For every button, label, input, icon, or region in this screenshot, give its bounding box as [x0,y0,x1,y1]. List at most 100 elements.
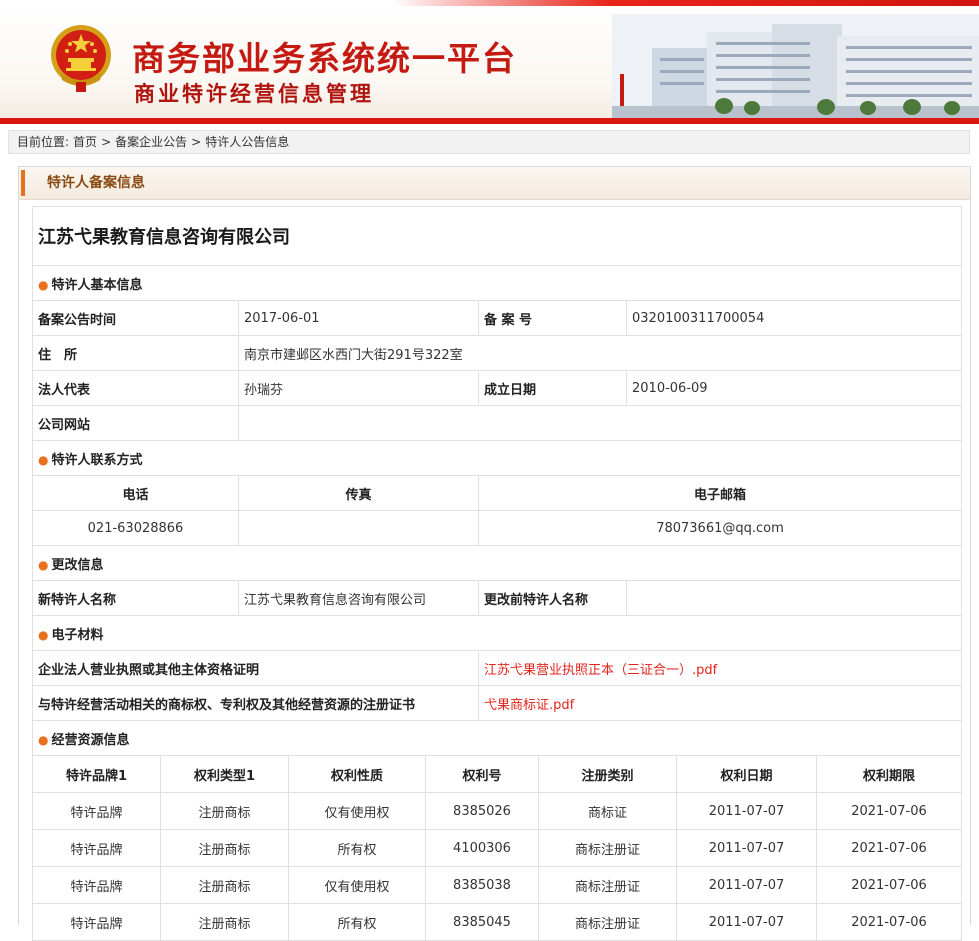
resources-header-row: 特许品牌1 权利类型1 权利性质 权利号 注册类别 权利日期 权利期限 [32,755,962,793]
resources-table: 特许品牌1 权利类型1 权利性质 权利号 注册类别 权利日期 权利期限 特许品牌… [32,755,962,941]
fax-value [238,510,479,546]
breadcrumb-item-filed-companies[interactable]: 备案企业公告 [115,135,187,149]
column-header: 权利日期 [676,755,817,793]
website-label: 公司网站 [32,405,239,441]
column-header: 权利类型1 [160,755,289,793]
table-cell: 8385026 [425,792,539,830]
bullet-icon: ● [38,277,49,292]
section-basic-info: ● 特许人基本信息 [32,265,962,301]
founded-label: 成立日期 [478,370,627,406]
table-cell: 仅有使用权 [288,866,426,904]
panel-title: 特许人备案信息 [47,175,145,191]
table-cell: 注册商标 [160,903,289,941]
column-header: 注册类别 [538,755,677,793]
table-cell: 注册商标 [160,866,289,904]
breadcrumb-item-current: 特许人公告信息 [205,135,290,149]
material-label: 企业法人营业执照或其他主体资格证明 [32,650,479,686]
bullet-icon: ● [38,732,49,747]
table-cell: 商标注册证 [538,866,677,904]
section-resources: ● 经营资源信息 [32,720,962,756]
breadcrumb: 目前位置: 首页 > 备案企业公告 > 特许人公告信息 [8,130,970,154]
table-cell: 特许品牌 [32,829,161,867]
table-cell: 注册商标 [160,829,289,867]
table-cell: 特许品牌 [32,903,161,941]
table-cell: 2011-07-07 [676,903,817,941]
table-cell: 商标注册证 [538,829,677,867]
table-cell: 8385045 [425,903,539,941]
header-bottom-stripe [0,118,979,124]
phone-label: 电话 [32,475,239,511]
founded-value: 2010-06-09 [626,370,962,406]
breadcrumb-item-home[interactable]: 首页 [73,135,97,149]
legal-rep-value: 孙瑞芬 [238,370,479,406]
phone-value: 021-63028866 [32,510,239,546]
table-cell: 8385038 [425,866,539,904]
breadcrumb-prefix: 目前位置: [17,135,70,149]
table-cell: 2011-07-07 [676,866,817,904]
column-header: 权利性质 [288,755,426,793]
section-title: 特许人基本信息 [51,277,143,293]
material-file-link[interactable]: 弋果商标证.pdf [478,685,962,721]
table-row: 特许品牌 注册商标 所有权 4100306 商标注册证 2011-07-07 2… [32,829,962,867]
new-name-label: 新特许人名称 [32,580,239,616]
table-row: 特许品牌 注册商标 所有权 8385045 商标注册证 2011-07-07 2… [32,903,962,941]
old-name-value [626,580,962,616]
table-cell: 特许品牌 [32,866,161,904]
site-subtitle: 商业特许经营信息管理 [134,82,374,106]
table-row: 特许品牌 注册商标 仅有使用权 8385038 商标注册证 2011-07-07… [32,866,962,904]
table-cell: 注册商标 [160,792,289,830]
material-file-link[interactable]: 江苏弋果营业执照正本（三证合一）.pdf [478,650,962,686]
table-cell: 特许品牌 [32,792,161,830]
address-value: 南京市建邺区水西门大街291号322室 [238,335,962,371]
section-contact: ● 特许人联系方式 [32,440,962,476]
table-cell: 商标证 [538,792,677,830]
email-value: 78073661@qq.com [478,510,962,546]
site-header: 商务部业务系统统一平台 商业特许经营信息管理 [0,0,979,124]
site-title: 商务部业务系统统一平台 [132,39,517,78]
table-cell: 4100306 [425,829,539,867]
company-name: 江苏弋果教育信息咨询有限公司 [32,206,962,266]
email-label: 电子邮箱 [478,475,962,511]
legal-rep-label: 法人代表 [32,370,239,406]
table-cell: 商标注册证 [538,903,677,941]
filing-date-label: 备案公告时间 [32,300,239,336]
column-header: 权利号 [425,755,539,793]
table-cell: 2021-07-06 [816,903,962,941]
section-title: 特许人联系方式 [51,452,143,468]
table-row: 特许品牌 注册商标 仅有使用权 8385026 商标证 2011-07-07 2… [32,792,962,830]
filing-no-value: 0320100311700054 [626,300,962,336]
table-cell: 2011-07-07 [676,792,817,830]
section-materials: ● 电子材料 [32,615,962,651]
national-emblem-icon [51,25,111,92]
section-change: ● 更改信息 [32,545,962,581]
table-cell: 2021-07-06 [816,829,962,867]
bullet-icon: ● [38,627,49,642]
breadcrumb-separator: > [191,135,202,149]
fax-label: 传真 [238,475,479,511]
section-title: 更改信息 [51,557,104,573]
section-title: 电子材料 [51,627,104,643]
company-info-table: 江苏弋果教育信息咨询有限公司 ● 特许人基本信息 备案公告时间 2017-06-0… [32,206,962,756]
table-cell: 所有权 [288,829,426,867]
bullet-icon: ● [38,557,49,572]
old-name-label: 更改前特许人名称 [478,580,627,616]
table-cell: 2021-07-06 [816,866,962,904]
website-value [238,405,962,441]
table-cell: 仅有使用权 [288,792,426,830]
bullet-icon: ● [38,452,49,467]
new-name-value: 江苏弋果教育信息咨询有限公司 [238,580,479,616]
panel-header: 特许人备案信息 [19,167,970,200]
filing-date-value: 2017-06-01 [238,300,479,336]
breadcrumb-separator: > [101,135,112,149]
material-label: 与特许经营活动相关的商标权、专利权及其他经营资源的注册证书 [32,685,479,721]
table-cell: 2011-07-07 [676,829,817,867]
address-label: 住 所 [32,335,239,371]
section-title: 经营资源信息 [51,732,130,748]
table-cell: 2021-07-06 [816,792,962,830]
table-cell: 所有权 [288,903,426,941]
column-header: 权利期限 [816,755,962,793]
building-image [612,14,979,118]
panel-header-accent [21,170,25,196]
filing-no-label: 备 案 号 [478,300,627,336]
column-header: 特许品牌1 [32,755,161,793]
